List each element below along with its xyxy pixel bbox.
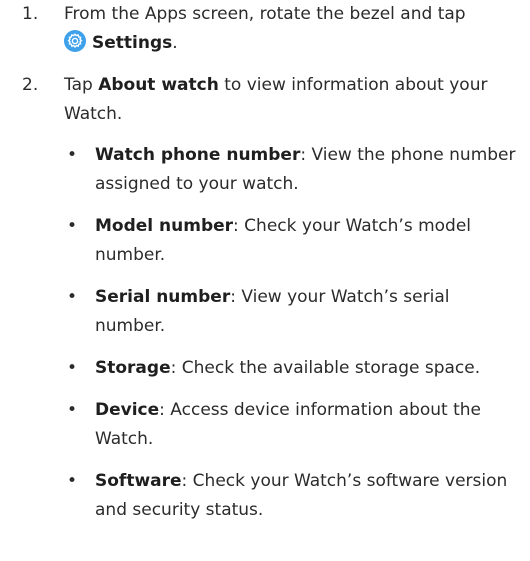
step-text-end: .: [172, 33, 178, 53]
step-text: Tap: [64, 75, 93, 95]
bullet: •: [67, 400, 78, 420]
step-2: 2. Tap About watch to view information a…: [0, 71, 530, 525]
bullet: •: [67, 471, 78, 491]
bullet: •: [67, 216, 78, 236]
bullet: •: [67, 358, 78, 378]
list-item: • Watch phone number: View the phone num…: [64, 141, 522, 199]
settings-label: Settings: [92, 33, 173, 53]
step-number: 1.: [22, 4, 39, 24]
list-item-term: Software: [95, 471, 182, 491]
list-item-term: Model number: [95, 216, 234, 236]
step-number: 2.: [22, 75, 39, 95]
list-item-term: Watch phone number: [95, 145, 301, 165]
settings-gear-icon: [64, 30, 86, 52]
bullet: •: [67, 287, 78, 307]
list-item: • Serial number: View your Watch’s seria…: [64, 283, 522, 341]
list-item: • Software: Check your Watch’s software …: [64, 467, 522, 525]
list-item: • Model number: Check your Watch’s model…: [64, 212, 522, 270]
step-1: 1. From the Apps screen, rotate the beze…: [0, 0, 530, 58]
list-item-term: Storage: [95, 358, 171, 378]
list-item-term: Serial number: [95, 287, 231, 307]
list-item-desc: : Check the available storage space.: [170, 358, 481, 378]
about-watch-label: About watch: [98, 75, 219, 95]
step-text: From the Apps screen, rotate the bezel a…: [64, 4, 466, 24]
list-item: • Storage: Check the available storage s…: [64, 354, 522, 383]
bullet: •: [67, 145, 78, 165]
list-item-term: Device: [95, 400, 160, 420]
instructions-document: 1. From the Apps screen, rotate the beze…: [0, 0, 530, 538]
about-watch-list: • Watch phone number: View the phone num…: [64, 141, 522, 525]
list-item: • Device: Access device information abou…: [64, 396, 522, 454]
